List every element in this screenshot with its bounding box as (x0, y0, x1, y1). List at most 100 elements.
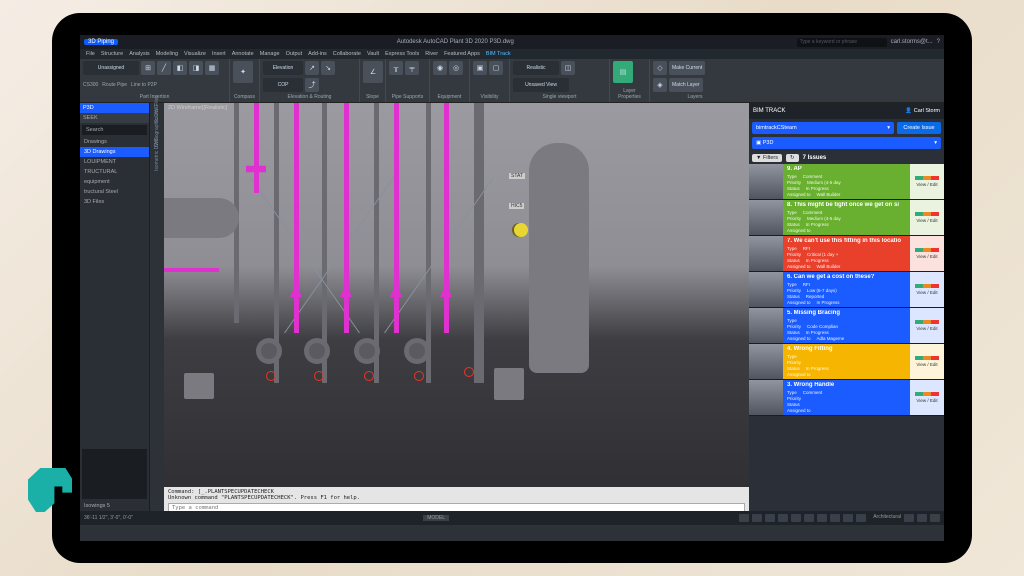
layer2-button[interactable]: ◈ (653, 78, 667, 92)
compass-button[interactable]: ✦ (233, 61, 253, 83)
support-button[interactable]: ╥ (389, 61, 403, 75)
menu-item[interactable]: Annotate (232, 51, 254, 57)
tag: STAT (509, 173, 525, 179)
tree-item[interactable]: LOUIPMENT (80, 157, 149, 167)
issue-row[interactable]: 4. Wrong Fitting Type Priority StatusIn … (749, 344, 944, 380)
menu-item[interactable]: Visualize (184, 51, 206, 57)
menu-item[interactable]: Featured Apps (444, 51, 480, 57)
menu-item[interactable]: File (86, 51, 95, 57)
status-tool[interactable] (856, 514, 866, 522)
view-edit-link[interactable]: View / Edit (916, 362, 937, 367)
project-dropdown[interactable]: ▣ P3D▾ (752, 137, 941, 149)
issue-row[interactable]: 9. AP TypeComment PriorityMedium (4-5 da… (749, 164, 944, 200)
status-tool[interactable] (917, 514, 927, 522)
issue-row[interactable]: 3. Wrong Handle TypeComment Priority Sta… (749, 380, 944, 416)
quick-access-tab[interactable]: 3D Piping (84, 39, 118, 45)
tree-item[interactable]: equipment (80, 177, 149, 187)
status-tool[interactable] (904, 514, 914, 522)
menu-item[interactable]: Express Tools (385, 51, 419, 57)
issue-row[interactable]: 7. We can't use this fitting in this loc… (749, 236, 944, 272)
menu-item[interactable]: Output (286, 51, 303, 57)
view-edit-link[interactable]: View / Edit (916, 398, 937, 403)
bottom-label: Isowings 5 (80, 501, 149, 511)
issue-row[interactable]: 8. This might be tight once we get on si… (749, 200, 944, 236)
menu-item[interactable]: Insert (212, 51, 226, 57)
view-button[interactable]: ◫ (561, 61, 575, 75)
layer-props-button[interactable]: ▤ (613, 61, 633, 83)
menu-item[interactable]: Analysis (129, 51, 149, 57)
step-button[interactable]: ⤴ (305, 78, 319, 92)
menu-item[interactable]: Manage (260, 51, 280, 57)
status-tool[interactable] (752, 514, 762, 522)
issue-row[interactable]: 5. Missing Bracing Type PriorityCode Com… (749, 308, 944, 344)
status-tool[interactable] (791, 514, 801, 522)
status-tool[interactable] (817, 514, 827, 522)
status-tool[interactable] (778, 514, 788, 522)
spec-dropdown[interactable]: Unassigned (83, 61, 139, 75)
menu-item[interactable]: Collaborate (333, 51, 361, 57)
issue-thumbnail (749, 308, 783, 343)
layer-button[interactable]: ◇ (653, 61, 667, 75)
pcf-button[interactable]: ◨ (189, 61, 203, 75)
menu-item[interactable]: Add-ins (308, 51, 327, 57)
ribbon-elevation: Elevation ↗ ↘ COP ⤴ Elevation & Routing (260, 59, 360, 102)
view-edit-link[interactable]: View / Edit (916, 290, 937, 295)
user-menu[interactable]: carl.storms@t... (891, 39, 933, 45)
3d-viewport[interactable]: 2D Wireframe][Realistic] (164, 103, 749, 511)
panel-tab[interactable]: P3D (80, 103, 149, 113)
view-edit-link[interactable]: View / Edit (916, 218, 937, 223)
status-tool[interactable] (930, 514, 940, 522)
view-edit-link[interactable]: View / Edit (916, 182, 937, 187)
hide-button[interactable]: ▢ (489, 61, 503, 75)
line-to-pipe-button[interactable]: ╱ (157, 61, 171, 75)
issue-title: 6. Can we get a cost on these? (787, 274, 906, 280)
rise-button[interactable]: ↗ (305, 61, 319, 75)
equip2-button[interactable]: ◎ (449, 61, 463, 75)
elevation-input[interactable]: Elevation (263, 61, 303, 75)
status-tool[interactable] (804, 514, 814, 522)
create-issue-button[interactable]: Create Issue (897, 122, 941, 134)
route-pipe-button[interactable]: ⊞ (141, 61, 155, 75)
hub-dropdown[interactable]: bimtrackCSteam▾ (752, 122, 894, 134)
tree-item[interactable]: tructural Steel (80, 187, 149, 197)
status-tool[interactable] (830, 514, 840, 522)
match-layer-button[interactable]: Match Layer (669, 78, 703, 92)
support2-button[interactable]: ╤ (405, 61, 419, 75)
menu-item[interactable]: Modeling (156, 51, 178, 57)
menu-item[interactable]: Structure (101, 51, 123, 57)
tree-item[interactable]: Drawings (80, 137, 149, 147)
status-tool[interactable] (765, 514, 775, 522)
view-edit-link[interactable]: View / Edit (916, 254, 937, 259)
status-tool[interactable] (739, 514, 749, 522)
view-edit-link[interactable]: View / Edit (916, 326, 937, 331)
make-current-button[interactable]: Make Current (669, 61, 705, 75)
cop-input[interactable]: COP (263, 78, 303, 92)
tree-item[interactable]: 3D Drawings (80, 147, 149, 157)
global-search-input[interactable]: Type a keyword or phrase (797, 38, 887, 47)
refresh-button[interactable]: ↻ (786, 154, 799, 162)
view-dropdown[interactable]: Unsaved View (513, 78, 569, 92)
filters-button[interactable]: ▼ Filters (752, 154, 782, 162)
create-ortho-button[interactable]: ▦ (205, 61, 219, 75)
p2p-button[interactable]: ◧ (173, 61, 187, 75)
command-input[interactable]: Type a command (168, 503, 745, 511)
issue-title: 4. Wrong Fitting (787, 346, 906, 352)
slope-button[interactable]: ∠ (363, 61, 383, 83)
help-icon[interactable]: ? (937, 39, 940, 45)
issue-row[interactable]: 6. Can we get a cost on these? TypeRFI P… (749, 272, 944, 308)
equip-button[interactable]: ◉ (433, 61, 447, 75)
menu-item[interactable]: Vault (367, 51, 379, 57)
visual-style-dropdown[interactable]: Realistic (513, 61, 559, 75)
all-button[interactable]: ▣ (473, 61, 487, 75)
status-bar: 36'-11 1/2", 3'-0", 0'-0" MODEL Architec… (80, 511, 944, 525)
menu-item[interactable]: BIM Track (486, 51, 511, 57)
tree-item[interactable]: 3D Files (80, 197, 149, 207)
drop-button[interactable]: ↘ (321, 61, 335, 75)
tree-item[interactable]: TRUCTURAL (80, 167, 149, 177)
menu-item[interactable]: River (425, 51, 438, 57)
status-tool[interactable] (843, 514, 853, 522)
model-space-button[interactable]: MODEL (423, 515, 449, 521)
side-tab[interactable]: Isometric DWG (154, 157, 160, 171)
search-input[interactable]: Search (82, 125, 147, 135)
user-badge[interactable]: 👤 Carl Storm (905, 108, 940, 114)
